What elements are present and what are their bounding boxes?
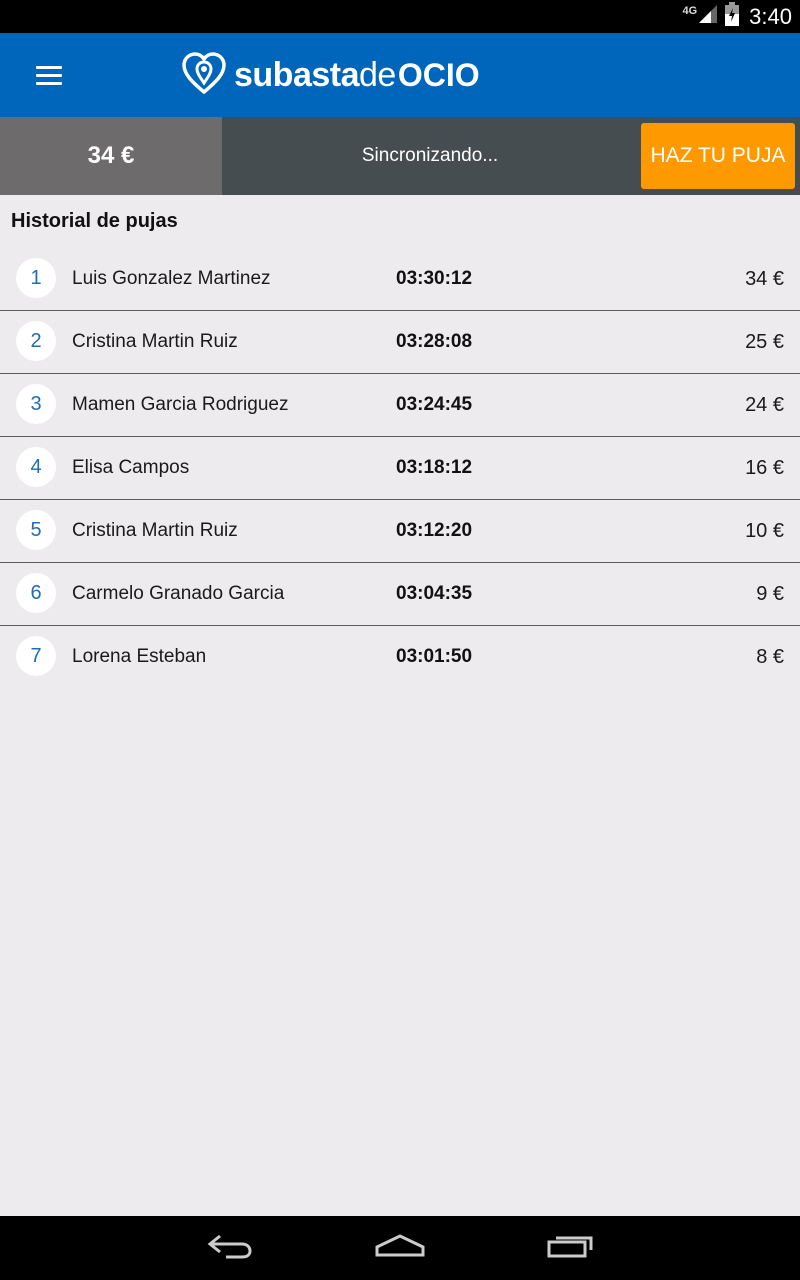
heart-pin-icon [182,51,226,99]
hamburger-line [36,73,62,77]
bidder-name: Mamen Garcia Rodriguez [72,394,289,415]
logo-text-subasta: subasta [234,55,360,94]
rank-badge: 6 [16,573,56,613]
recents-icon [546,1233,594,1264]
bidder-name: Luis Gonzalez Martinez [72,268,271,289]
bidder-name: Elisa Campos [72,457,190,478]
history-title: Historial de pujas [11,210,178,232]
back-icon [206,1232,254,1265]
app-logo: subasta de OCIO [182,51,480,99]
bid-history-list: 1 Luis Gonzalez Martinez 03:30:12 34 € 2 Cris… [0,248,800,689]
signal-icon [697,3,719,30]
bidder-name: Cristina Martin Ruiz [72,520,238,541]
bid-amount: 24 € [745,393,784,416]
bidder-name: Carmelo Granado Garcia [72,583,285,604]
rank-badge: 4 [16,447,56,487]
place-bid-button[interactable]: HAZ TU PUJA [641,123,795,189]
sync-status: Sincronizando... [361,145,499,166]
hamburger-menu-icon [36,65,62,69]
bidder-name: Lorena Esteban [72,646,207,667]
bid-bar: 34 € Sincronizando... HAZ TU PUJA [0,117,800,195]
back-button[interactable] [180,1216,280,1280]
table-row: 5 Cristina Martin Ruiz 03:12:20 10 € [0,500,800,563]
bid-time: 03:18:12 [396,457,473,478]
menu-button[interactable] [26,55,72,95]
home-button[interactable] [350,1216,450,1280]
bid-time: 03:30:12 [396,268,473,289]
table-row: 4 Elisa Campos 03:18:12 16 € [0,437,800,500]
bid-amount: 9 € [756,582,784,605]
bid-time: 03:12:20 [396,520,473,541]
hamburger-line [36,81,62,85]
rank-badge: 7 [16,636,56,676]
app-bar: subasta de OCIO [0,33,800,117]
rank-badge: 5 [16,510,56,550]
bid-amount: 16 € [745,456,784,479]
network-type: 4G [682,4,698,17]
rank-badge: 1 [16,258,56,298]
bid-time: 03:04:35 [396,583,473,604]
table-row: 7 Lorena Esteban 03:01:50 8 € [0,626,800,689]
logo-text-de: de [359,55,396,94]
bidder-name: Cristina Martin Ruiz [72,331,238,352]
bid-amount: 34 € [745,267,784,290]
table-row: 1 Luis Gonzalez Martinez 03:30:12 34 € [0,248,800,311]
bid-amount: 8 € [756,645,784,668]
bid-time: 03:28:08 [396,331,473,352]
bid-time: 03:24:45 [396,394,473,415]
rank-badge: 3 [16,384,56,424]
battery-icon [725,2,740,31]
logo-text-ocio: OCIO [397,56,480,93]
bid-amount: 25 € [745,330,784,353]
status-bar: 4G 3:40 [0,0,800,33]
system-nav-bar [0,1216,800,1280]
table-row: 3 Mamen Garcia Rodriguez 03:24:45 24 € [0,374,800,437]
current-price: 34 € [0,117,222,195]
recents-button[interactable] [520,1216,620,1280]
table-row: 2 Cristina Martin Ruiz 03:28:08 25 € [0,311,800,374]
clock: 3:40 [749,3,792,29]
home-icon [374,1233,426,1264]
table-row: 6 Carmelo Granado Garcia 03:04:35 9 € [0,563,800,626]
rank-badge: 2 [16,321,56,361]
bid-time: 03:01:50 [396,646,473,667]
bid-amount: 10 € [745,519,784,542]
